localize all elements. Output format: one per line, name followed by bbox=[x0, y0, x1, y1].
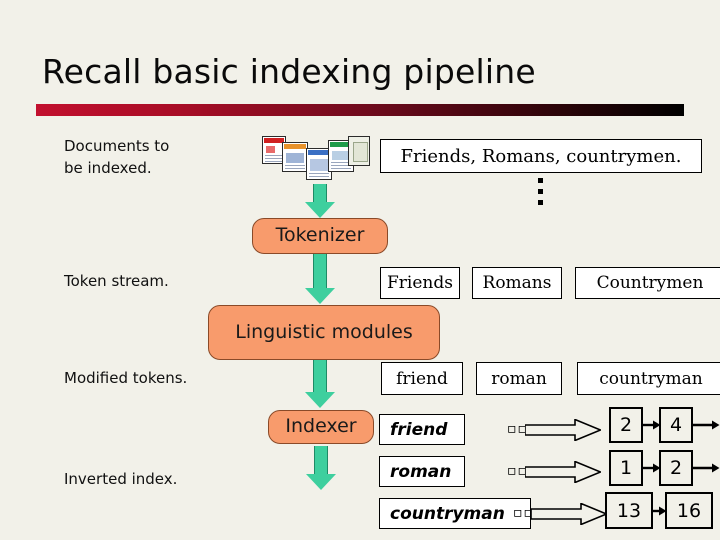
token-box: Romans bbox=[472, 267, 562, 299]
input-sentence-box: Friends, Romans, countrymen. bbox=[380, 139, 702, 173]
document-icon-plain bbox=[348, 136, 370, 166]
posting-link-arrow-icon bbox=[642, 420, 661, 430]
hollow-arrow-icon bbox=[525, 419, 601, 441]
posting-box: 16 bbox=[665, 492, 713, 529]
label-token-stream: Token stream. bbox=[64, 272, 169, 290]
label-documents-to-be-indexed: Documents to be indexed. bbox=[64, 137, 170, 177]
posting-box: 4 bbox=[659, 407, 693, 443]
label-modified-tokens: Modified tokens. bbox=[64, 369, 188, 387]
posting-box: 1 bbox=[609, 450, 643, 486]
posting-box: 2 bbox=[609, 407, 643, 443]
posting-link-arrow-icon bbox=[692, 420, 720, 430]
document-icon-orange bbox=[282, 142, 308, 172]
posting-box: 13 bbox=[605, 492, 653, 529]
posting-link-arrow-icon bbox=[692, 463, 720, 473]
posting-link-arrow-icon bbox=[652, 506, 667, 516]
dictionary-term-box: friend bbox=[379, 414, 465, 445]
process-tokenizer[interactable]: Tokenizer bbox=[252, 218, 388, 254]
arrow-linguistic-to-indexer bbox=[305, 360, 335, 410]
token-box: Countrymen bbox=[575, 267, 720, 299]
page-title: Recall basic indexing pipeline bbox=[42, 52, 536, 91]
posting-link-arrow-icon bbox=[642, 463, 661, 473]
modified-token-box: countryman bbox=[577, 362, 720, 395]
arrow-documents-to-tokenizer bbox=[305, 184, 335, 218]
document-pile-graphic bbox=[262, 136, 370, 182]
modified-token-box: friend bbox=[381, 362, 463, 395]
process-indexer[interactable]: Indexer bbox=[268, 410, 374, 444]
dictionary-term-box: roman bbox=[379, 456, 465, 487]
token-box: Friends bbox=[380, 267, 460, 299]
process-linguistic-modules[interactable]: Linguistic modules bbox=[208, 305, 440, 360]
dictionary-term-box: countryman bbox=[379, 498, 531, 529]
vertical-ellipsis-icon bbox=[538, 178, 546, 211]
arrow-indexer-to-inverted-index bbox=[306, 446, 336, 492]
title-divider-bar bbox=[36, 104, 684, 116]
posting-box: 2 bbox=[659, 450, 693, 486]
label-inverted-index: Inverted index. bbox=[64, 470, 178, 488]
hollow-arrow-icon bbox=[531, 503, 607, 525]
slide-canvas: Recall basic indexing pipeline Documents… bbox=[0, 0, 720, 540]
arrow-tokenizer-to-linguistic bbox=[305, 254, 335, 306]
hollow-arrow-icon bbox=[525, 461, 601, 483]
modified-token-box: roman bbox=[476, 362, 562, 395]
